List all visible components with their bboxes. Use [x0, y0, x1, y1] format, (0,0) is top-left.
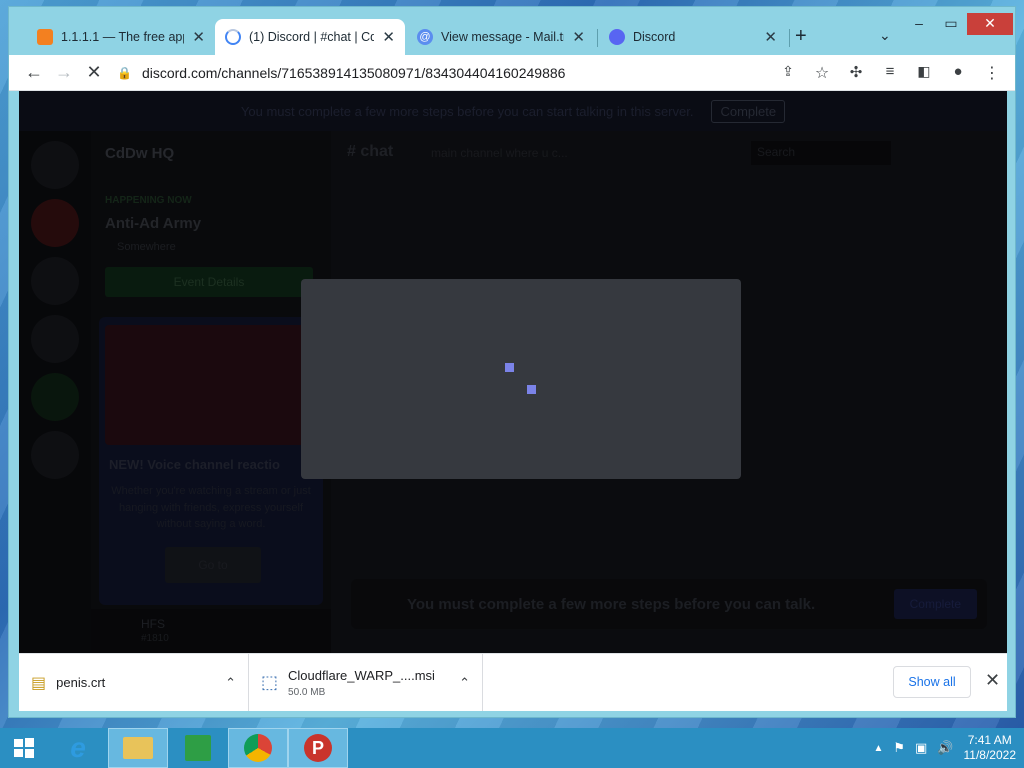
tab-search-chevron-icon[interactable]: ⌄	[879, 27, 891, 44]
close-icon[interactable]: ✕	[572, 28, 585, 46]
profile-avatar-icon[interactable]: ●	[943, 63, 973, 83]
chevron-up-icon[interactable]: ⌃	[459, 675, 470, 691]
loading-spinner-icon	[505, 363, 514, 372]
chevron-up-icon[interactable]: ⌃	[225, 675, 236, 691]
maximize-button[interactable]: ▭	[935, 13, 967, 35]
tab-1111[interactable]: 1.1.1.1 — The free app t ✕	[27, 19, 215, 55]
tab-discord[interactable]: Discord ✕	[599, 19, 787, 55]
url-text[interactable]: discord.com/channels/716538914135080971/…	[142, 65, 565, 81]
discord-page: You must complete a few more steps befor…	[19, 91, 1007, 653]
download-filename: Cloudflare_WARP_....msi	[288, 667, 435, 683]
store-icon	[185, 735, 211, 761]
clock-time: 7:41 AM	[967, 733, 1012, 747]
download-filename: penis.crt	[56, 675, 106, 690]
more-menu-icon[interactable]: ⋮	[977, 63, 1007, 83]
tab-strip: 1.1.1.1 — The free app t ✕ (1) Discord |…	[9, 7, 1015, 55]
taskbar-store[interactable]	[168, 728, 228, 768]
forward-arrow-icon[interactable]: →	[49, 62, 79, 83]
loading-modal	[301, 279, 741, 479]
installer-file-icon: ⬚	[261, 672, 279, 692]
share-icon[interactable]: ⇪	[773, 63, 803, 83]
system-tray: ▲ ⚑ ▣ 🔊 7:41 AM 11/8/2022	[873, 728, 1016, 768]
chrome-loading-icon	[225, 29, 241, 45]
volume-icon[interactable]: 🔊	[937, 740, 953, 756]
taskbar-ie[interactable]: e	[48, 728, 108, 768]
discord-icon	[609, 29, 625, 45]
taskbar-chrome[interactable]	[228, 728, 288, 768]
at-sign-icon: @	[417, 29, 433, 45]
chrome-icon	[244, 734, 272, 762]
new-tab-button[interactable]: +	[795, 25, 807, 48]
tab-label: Discord	[633, 30, 676, 44]
address-bar[interactable]: 🔒 discord.com/channels/71653891413508097…	[117, 58, 765, 87]
downloads-bar: ▤ penis.crt ⌃ ⬚ Cloudflare_WARP_....msi …	[19, 653, 1007, 711]
windows-logo-icon	[14, 738, 34, 758]
lock-icon[interactable]: 🔒	[117, 66, 132, 80]
back-arrow-icon[interactable]: ←	[19, 62, 49, 83]
tab-separator	[597, 29, 598, 47]
window-controls: – ▭ ✕	[903, 13, 1013, 35]
stop-loading-icon[interactable]: ✕	[79, 62, 109, 83]
show-all-button[interactable]: Show all	[893, 666, 971, 698]
loading-spinner-icon	[527, 385, 536, 394]
taskbar-psiphon[interactable]: P	[288, 728, 348, 768]
bookmark-star-icon[interactable]: ☆	[807, 63, 837, 83]
tab-separator	[789, 29, 790, 47]
browser-window: 1.1.1.1 — The free app t ✕ (1) Discord |…	[8, 6, 1016, 718]
tab-label: 1.1.1.1 — The free app t	[61, 30, 185, 44]
browser-toolbar: ← → ✕ 🔒 discord.com/channels/71653891413…	[9, 55, 1015, 91]
action-center-flag-icon[interactable]: ⚑	[893, 740, 905, 756]
window-close-button[interactable]: ✕	[967, 13, 1013, 35]
close-icon[interactable]: ✕	[382, 28, 395, 46]
side-panel-icon[interactable]: ◧	[909, 63, 939, 83]
close-icon[interactable]: ✕	[764, 28, 777, 46]
tab-discord-chat[interactable]: (1) Discord | #chat | CdD ✕	[215, 19, 405, 55]
clock[interactable]: 7:41 AM 11/8/2022	[964, 733, 1017, 763]
show-hidden-icons-icon[interactable]: ▲	[873, 743, 883, 754]
toolbar-actions: ⇪ ☆ ✣ ≡ ◧ ● ⋮	[773, 63, 1007, 83]
close-icon[interactable]: ✕	[985, 670, 1000, 691]
taskbar-explorer[interactable]	[108, 728, 168, 768]
download-filesize: 50.0 MB	[288, 686, 326, 698]
clock-date: 11/8/2022	[963, 748, 1017, 762]
download-item[interactable]: ⬚ Cloudflare_WARP_....msi 50.0 MB ⌃	[249, 654, 483, 711]
media-queue-icon[interactable]: ≡	[875, 63, 905, 83]
minimize-button[interactable]: –	[903, 13, 935, 35]
internet-explorer-icon: e	[70, 732, 86, 763]
tab-mailtm[interactable]: @ View message - Mail.tm ✕	[407, 19, 595, 55]
psiphon-icon: P	[304, 734, 332, 762]
taskbar: e P ▲ ⚑ ▣ 🔊 7:41 AM 11/8/2022	[0, 728, 1024, 768]
start-button[interactable]	[0, 728, 48, 768]
cloudflare-1111-icon	[37, 29, 53, 45]
file-explorer-icon	[123, 737, 153, 759]
network-icon[interactable]: ▣	[915, 740, 927, 756]
extensions-puzzle-icon[interactable]: ✣	[841, 63, 871, 83]
tab-label[interactable]: View message - Mail.tm	[441, 30, 564, 44]
certificate-file-icon: ▤	[31, 674, 47, 692]
close-icon[interactable]: ✕	[192, 28, 205, 46]
download-item[interactable]: ▤ penis.crt ⌃	[19, 654, 249, 711]
tab-label: (1) Discord | #chat | CdD	[249, 30, 375, 44]
